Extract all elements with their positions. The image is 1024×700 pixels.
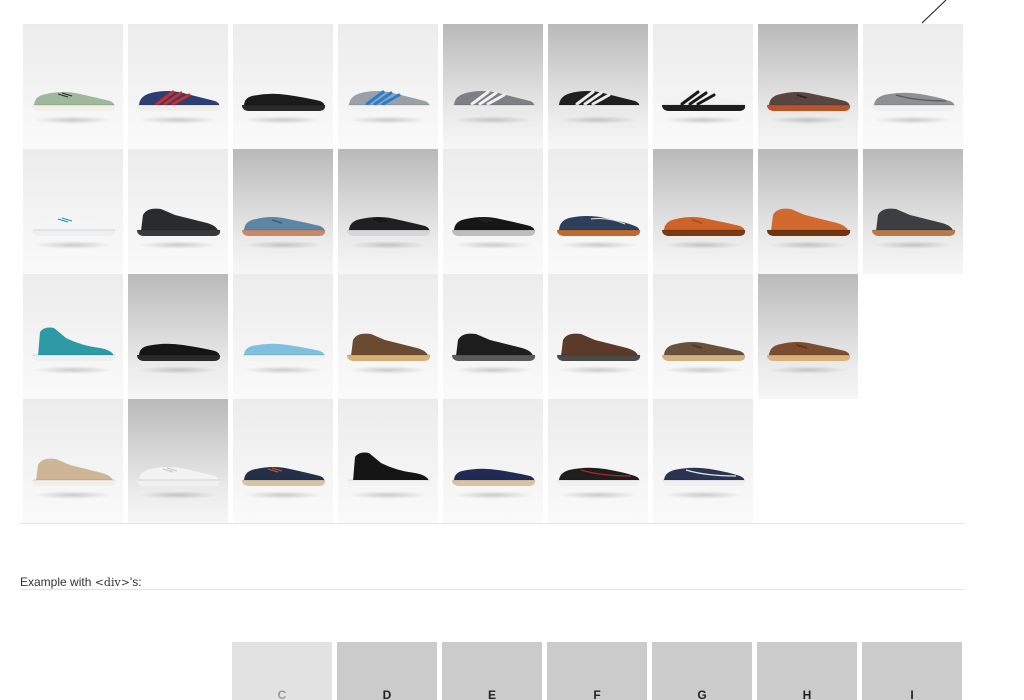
shoe-navy-moccasin-icon	[557, 216, 641, 236]
shoe-black-chukka[interactable]	[128, 149, 228, 274]
shoe-grey-boat-shoe[interactable]	[863, 24, 963, 149]
shoe-black-chukka-icon	[137, 208, 221, 236]
shoe-blue-grey-trainer-icon	[347, 90, 431, 111]
div-box-g[interactable]: G	[652, 642, 752, 700]
shoe-black-leather-sneaker[interactable]	[338, 149, 438, 274]
empty-grid-cell	[758, 399, 858, 524]
shoe-tan-leather-chukka-icon	[767, 208, 851, 236]
shoe-black-leather-sneaker-icon	[347, 217, 431, 236]
shoe-grey-white-runner[interactable]	[443, 24, 543, 149]
shoe-black-red-boat-shoe[interactable]	[548, 399, 648, 524]
shoe-black-desert-boot-icon	[452, 333, 536, 361]
shoe-grey-white-runner-icon	[452, 90, 536, 111]
shoe-brown-leather-derby-icon	[767, 342, 851, 361]
shoe-teal-hitop[interactable]	[23, 274, 123, 399]
shoe-navy-moccasin[interactable]	[548, 149, 648, 274]
shoe-lightblue-slipon-icon	[242, 343, 326, 361]
div-box-label: H	[802, 688, 812, 700]
shoe-teal-hitop-icon	[32, 327, 116, 361]
shoe-brown-desert-boot-icon	[347, 333, 431, 361]
div-box-i[interactable]: I	[862, 642, 962, 700]
shoe-black-hitop-sneaker[interactable]	[338, 399, 438, 524]
shoe-white-canvas-lowtop-icon	[137, 467, 221, 486]
shoe-navy-espadrille-icon	[452, 468, 536, 486]
shoe-tan-leather-chukka[interactable]	[758, 149, 858, 274]
shoe-grid-row	[23, 399, 963, 524]
shoe-grid-row	[23, 274, 963, 399]
example-heading: Example with <div>'s:	[20, 575, 142, 589]
shoe-black-slipon-yellow-icon	[137, 343, 221, 361]
shoe-navy-espadrille[interactable]	[443, 399, 543, 524]
shoe-darkbrown-desert-boot[interactable]	[548, 274, 648, 399]
shoe-khaki-midtop[interactable]	[23, 399, 123, 524]
shoe-white-canvas-lowtop[interactable]	[128, 399, 228, 524]
div-box-f[interactable]: F	[547, 642, 647, 700]
shoe-black-canvas-sneaker-icon	[452, 217, 536, 236]
shoe-brown-leather-derby[interactable]	[758, 274, 858, 399]
shoe-black-canvas-sneaker[interactable]	[443, 149, 543, 274]
shoe-tan-leather-derby-icon	[662, 217, 746, 236]
page: Example with <div>'s: C D E F G H I	[0, 0, 1024, 700]
shoe-grid	[23, 24, 963, 524]
shoe-black-slipon[interactable]	[233, 24, 333, 149]
example-suffix: 's:	[129, 575, 142, 589]
example-prefix: Example with	[20, 575, 95, 589]
div-box-label: C	[277, 688, 287, 700]
empty-grid-cell	[863, 399, 963, 524]
shoe-blue-suede-derby-icon	[242, 217, 326, 236]
shoe-brown-desert-boot[interactable]	[338, 274, 438, 399]
shoe-black-white-runner-icon	[557, 90, 641, 111]
shoe-white-black-runner[interactable]	[653, 24, 753, 149]
shoe-navy-white-boat-shoe-icon	[662, 467, 746, 486]
divider-line	[20, 589, 964, 590]
div-box-e[interactable]: E	[442, 642, 542, 700]
shoe-grey-suede-chukka[interactable]	[863, 149, 963, 274]
example-code: <div>	[94, 576, 130, 589]
shoe-sage-canvas-sneaker[interactable]	[23, 24, 123, 149]
shoe-brown-black-oxford-icon	[767, 92, 851, 111]
shoe-white-canvas-sneaker[interactable]	[23, 149, 123, 274]
shoe-white-black-runner-icon	[662, 90, 746, 111]
shoe-grey-boat-shoe-icon	[872, 92, 956, 111]
shoe-tan-leather-derby[interactable]	[653, 149, 753, 274]
shoe-navy-red-runner[interactable]	[128, 24, 228, 149]
shoe-black-white-runner[interactable]	[548, 24, 648, 149]
shoe-blue-grey-trainer[interactable]	[338, 24, 438, 149]
div-box-label: E	[487, 688, 496, 700]
div-box-d[interactable]: D	[337, 642, 437, 700]
shoe-brown-suede-derby-icon	[662, 342, 746, 361]
shoe-darkbrown-desert-boot-icon	[557, 333, 641, 361]
empty-grid-cell	[863, 274, 963, 399]
div-box-row: C D E F G H I	[232, 642, 962, 700]
div-box-label: I	[910, 688, 914, 700]
shoe-grid-row	[23, 24, 963, 149]
shoe-black-desert-boot[interactable]	[443, 274, 543, 399]
shoe-grey-suede-chukka-icon	[872, 208, 956, 236]
shoe-navy-red-runner-icon	[137, 90, 221, 111]
shoe-khaki-midtop-icon	[32, 458, 116, 486]
shoe-navy-plimsoll[interactable]	[233, 399, 333, 524]
div-box-label: F	[593, 688, 601, 700]
shoe-blue-suede-derby[interactable]	[233, 149, 333, 274]
shoe-navy-plimsoll-icon	[242, 467, 326, 486]
div-box-h[interactable]: H	[757, 642, 857, 700]
shoe-black-slipon-icon	[242, 93, 326, 111]
divider-line	[20, 523, 964, 524]
shoe-brown-suede-derby[interactable]	[653, 274, 753, 399]
shoe-sage-canvas-sneaker-icon	[32, 92, 116, 111]
shoe-black-red-boat-shoe-icon	[557, 467, 641, 486]
shoe-white-canvas-sneaker-icon	[32, 217, 116, 236]
shoe-black-hitop-sneaker-icon	[347, 452, 431, 486]
shoe-brown-black-oxford[interactable]	[758, 24, 858, 149]
shoe-grid-row	[23, 149, 963, 274]
shoe-lightblue-slipon[interactable]	[233, 274, 333, 399]
div-box-label: G	[697, 688, 707, 700]
shoe-black-slipon-yellow[interactable]	[128, 274, 228, 399]
div-box-label: D	[382, 688, 392, 700]
div-box-c[interactable]: C	[232, 642, 332, 700]
decorative-diagonal-line	[921, 0, 947, 24]
shoe-navy-white-boat-shoe[interactable]	[653, 399, 753, 524]
